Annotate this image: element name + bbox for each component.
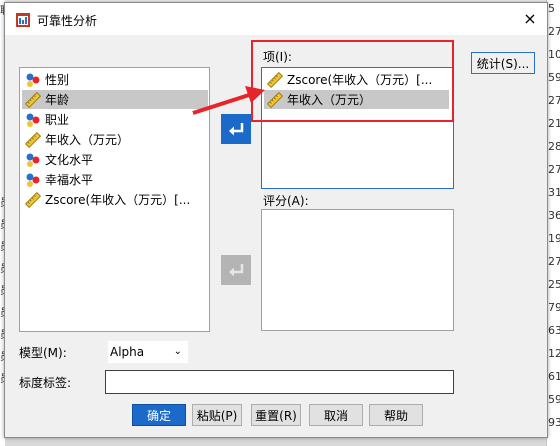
variable-list-item[interactable]: 文化水平 [22,150,208,169]
background-cell: 12 [548,347,560,360]
background-cell: 10 [548,48,560,61]
nominal-variable-icon [26,73,40,87]
scale-ruler-icon [25,91,41,108]
nominal-variable-icon [26,153,40,167]
variable-label: 职业 [45,113,70,127]
background-cell: 25 [548,278,560,291]
background-cell: 31 [548,186,560,199]
background-cell: 61 [548,370,560,383]
raters-label: 评分(A): [263,194,309,208]
scale-ruler-icon [25,131,41,148]
background-cell: 28 [548,140,560,153]
variable-list-item[interactable]: 幸福水平 [22,170,208,189]
scale-ruler-icon [25,191,41,208]
arrow-left-icon [229,264,244,277]
model-select[interactable]: Alpha ⌄ [107,340,189,364]
title-bar: 可靠性分析 × [5,3,547,35]
variable-label: 性别 [45,73,70,87]
scale-label-input[interactable] [105,370,454,394]
statistics-button[interactable]: 统计(S)... [471,52,535,74]
reset-button[interactable]: 重置(R) [251,404,301,426]
app-icon [16,13,30,27]
annotation-arrow-icon [192,86,265,115]
variable-label: 年龄 [45,93,70,107]
variable-label: Zscore(年收入（万元）[... [45,193,191,207]
background-cell: 36 [548,209,560,222]
annotation-highlight-box [251,40,454,122]
background-cell: 27 [548,94,560,107]
background-cell: 19 [548,232,560,245]
cancel-button[interactable]: 取消 [309,404,363,426]
variable-label: 文化水平 [45,153,94,167]
background-cell: 21 [548,117,560,130]
scale-label-label: 标度标签: [19,376,72,390]
nominal-variable-icon [26,173,40,187]
variable-list-item[interactable]: 职业 [22,110,208,129]
variable-list-item[interactable]: 年龄 [22,90,208,109]
background-cell: 5 [548,2,555,15]
background-cell: 27 [548,255,560,268]
variable-list-item[interactable]: Zscore(年收入（万元）[... [22,190,208,209]
background-cell: 63 [548,324,560,337]
variable-list-item[interactable]: 性别 [22,70,208,89]
model-label: 模型(M): [19,346,67,360]
background-cell: 59 [548,71,560,84]
move-to-raters-button[interactable] [221,255,251,285]
nominal-variable-icon [26,113,40,127]
ok-button[interactable]: 确定 [132,404,186,426]
dialog-title: 可靠性分析 [37,14,98,28]
background-cell: 93 [548,416,560,429]
background-cell: 79 [548,301,560,314]
background-cell: 27 [548,163,560,176]
variable-list-item[interactable]: 年收入（万元） [22,130,208,149]
variable-label: 幸福水平 [45,173,94,187]
paste-button[interactable]: 粘贴(P) [192,404,242,426]
chevron-down-icon: ⌄ [173,346,182,357]
variable-list[interactable]: 性别年龄职业年收入（万元） 文化水平幸福水平 Zscore(年收入（万元）[... [19,67,210,332]
close-icon[interactable]: × [519,9,541,29]
background-cell: 27 [548,25,560,38]
model-select-value: Alpha [110,345,145,359]
raters-list[interactable] [261,209,454,331]
reliability-analysis-dialog: 可靠性分析 × 性别年龄职业年收入（万元） 文化水平幸福水平 Zscore(年收入（… [4,2,548,438]
variable-label: 年收入（万元） [45,133,130,147]
help-button[interactable]: 帮助 [369,404,423,426]
background-cell: 59 [548,393,560,406]
